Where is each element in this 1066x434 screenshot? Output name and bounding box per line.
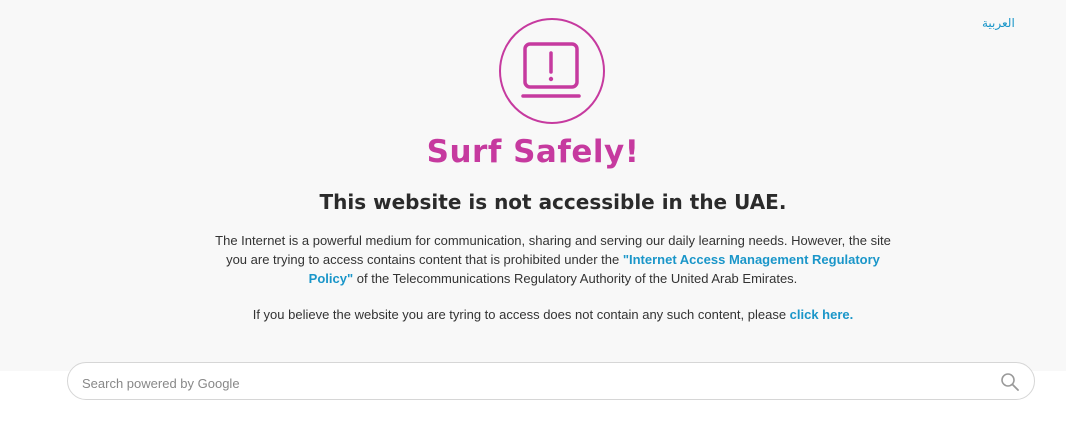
blocked-explanation: The Internet is a powerful medium for co… (203, 231, 903, 288)
search-icon[interactable] (1000, 372, 1020, 392)
google-search-bar (67, 362, 1035, 403)
page-subtitle: This website is not accessible in the UA… (319, 190, 787, 214)
explanation-text-end: of the Telecommunications Regulatory Aut… (353, 271, 798, 286)
page-title: Surf Safely! (426, 134, 640, 170)
laptop-warning-icon (499, 18, 605, 124)
report-prompt-text: If you believe the website you are tyrin… (252, 307, 790, 322)
blocked-page-banner: العربية Surf Safely! This website is not… (0, 0, 1066, 371)
report-prompt: If you believe the website you are tyrin… (0, 307, 1066, 322)
language-switch-arabic[interactable]: العربية (982, 16, 1015, 30)
search-input[interactable] (80, 363, 984, 403)
click-here-link[interactable]: click here. (790, 307, 854, 322)
